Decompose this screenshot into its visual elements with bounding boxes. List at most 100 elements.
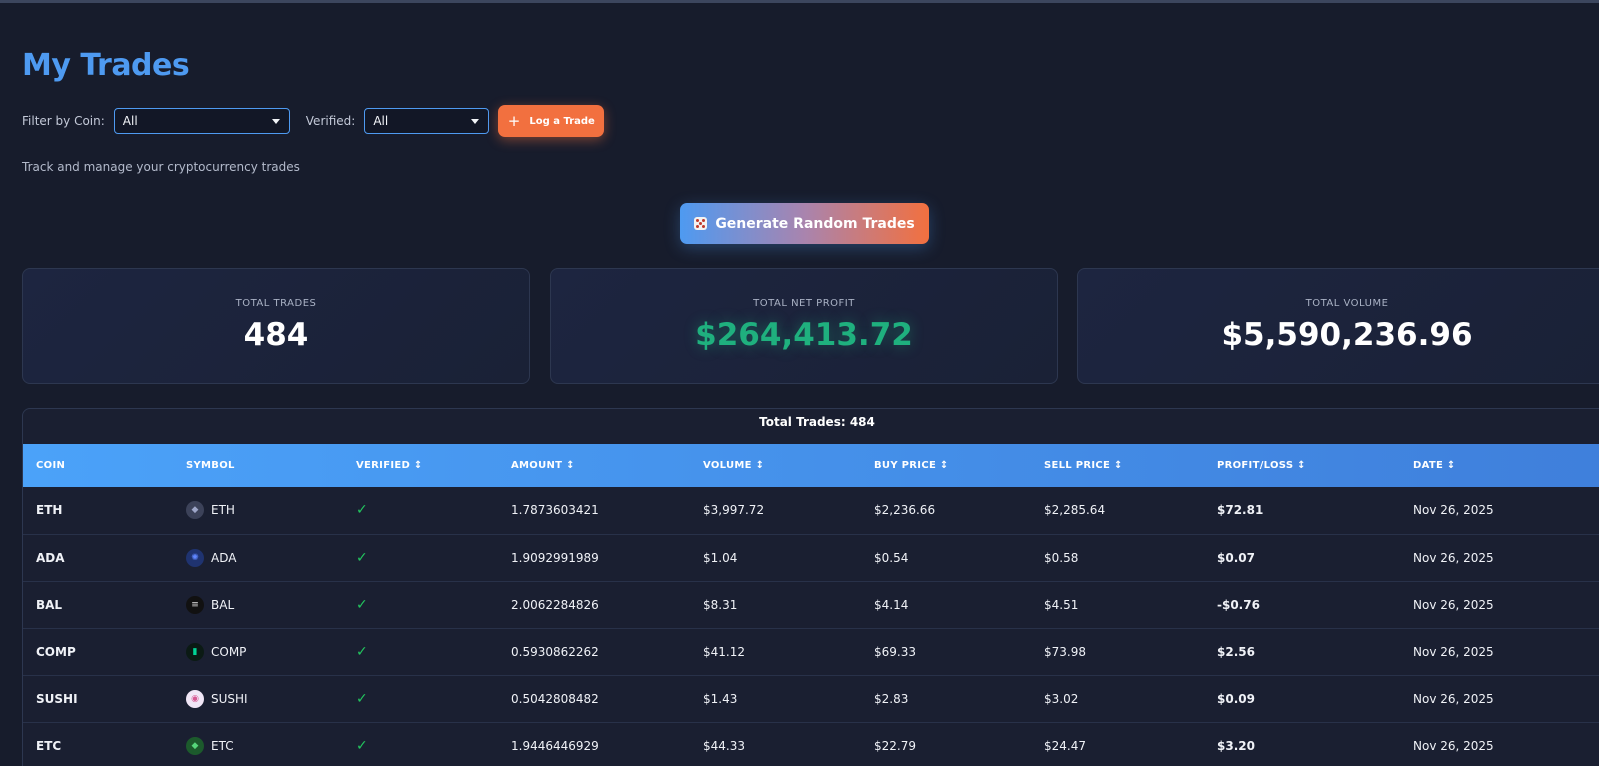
cell-coin: SUSHI — [23, 675, 173, 723]
column-header-date[interactable]: DATE ↕ — [1400, 444, 1599, 487]
column-header-buy-price[interactable]: BUY PRICE ↕ — [861, 444, 1031, 487]
cell-profit-loss: $0.07 — [1204, 534, 1400, 582]
balancer-icon: ≡ — [186, 595, 204, 614]
ethereum-icon: ◆ — [186, 501, 204, 520]
stat-card-total-net-profit: TOTAL NET PROFIT $264,413.72 — [550, 268, 1058, 384]
coin-filter-select[interactable]: All — [113, 108, 290, 134]
verified-filter-value: All — [373, 114, 389, 128]
cell-sell-price: $0.58 — [1031, 534, 1204, 582]
symbol-text: ETH — [211, 503, 235, 518]
cell-buy-price: $2,236.66 — [861, 487, 1031, 535]
column-header-volume[interactable]: VOLUME ↕ — [690, 444, 861, 487]
verified-filter-select[interactable]: All — [364, 108, 490, 134]
cell-coin: ETC — [23, 722, 173, 766]
cardano-icon: ✺ — [186, 548, 204, 567]
column-header-verified[interactable]: VERIFIED ↕ — [343, 444, 498, 487]
column-header-profit-loss[interactable]: PROFIT/LOSS ↕ — [1204, 444, 1400, 487]
cell-sell-price: $3.02 — [1031, 675, 1204, 723]
cell-volume: $1.43 — [690, 675, 861, 723]
top-border — [0, 0, 1599, 3]
cell-profit-loss: -$0.76 — [1204, 581, 1400, 629]
verified-check-icon: ✓ — [343, 722, 498, 766]
symbol-text: ETC — [211, 738, 234, 753]
stat-card-total-volume: TOTAL VOLUME $5,590,236.96 — [1077, 268, 1599, 384]
stat-value: $264,413.72 — [695, 317, 913, 353]
generate-random-trades-button[interactable]: Generate Random Trades — [680, 203, 929, 244]
cell-buy-price: $2.83 — [861, 675, 1031, 723]
cell-date: Nov 26, 2025 — [1400, 675, 1599, 723]
verified-check-icon: ✓ — [343, 628, 498, 676]
cell-volume: $3,997.72 — [690, 487, 861, 535]
cell-buy-price: $22.79 — [861, 722, 1031, 766]
cell-amount: 2.0062284826 — [498, 581, 690, 629]
cell-symbol: ◆ ETC — [173, 722, 343, 766]
generate-button-label: Generate Random Trades — [715, 215, 915, 232]
column-header-sell-price[interactable]: SELL PRICE ↕ — [1031, 444, 1204, 487]
cell-coin: ETH — [23, 487, 173, 535]
table-row[interactable]: ETH ◆ ETH ✓ 1.7873603421 $3,997.72 $2,236… — [23, 487, 1599, 535]
ethereum-classic-icon: ◆ — [186, 736, 204, 755]
table-row[interactable]: ETC ◆ ETC ✓ 1.9446446929 $44.33 $22.79 $2… — [23, 722, 1599, 766]
column-header-symbol: SYMBOL — [186, 460, 235, 471]
table-row[interactable]: ADA ✺ ADA ✓ 1.9092991989 $1.04 $0.54 $0.5… — [23, 534, 1599, 582]
cell-date: Nov 26, 2025 — [1400, 722, 1599, 766]
trades-table: COIN SYMBOL VERIFIED ↕ AMOUNT ↕ VOLUME ↕… — [23, 444, 1599, 766]
table-header-row: COIN SYMBOL VERIFIED ↕ AMOUNT ↕ VOLUME ↕… — [23, 444, 1599, 487]
chevron-down-icon — [271, 118, 280, 124]
chevron-down-icon — [471, 118, 480, 124]
cell-coin: ADA — [23, 534, 173, 582]
coin-filter-label: Filter by Coin: — [22, 114, 105, 128]
cell-symbol: ▮ COMP — [173, 628, 343, 676]
cell-date: Nov 26, 2025 — [1400, 534, 1599, 582]
cell-sell-price: $73.98 — [1031, 628, 1204, 676]
coin-filter-value: All — [122, 114, 138, 128]
verified-check-icon: ✓ — [343, 675, 498, 723]
cell-amount: 0.5042808482 — [498, 675, 690, 723]
cell-volume: $41.12 — [690, 628, 861, 676]
stat-card-total-trades: TOTAL TRADES 484 — [22, 268, 530, 384]
stat-label: TOTAL NET PROFIT — [753, 298, 855, 309]
cell-buy-price: $69.33 — [861, 628, 1031, 676]
cell-profit-loss: $72.81 — [1204, 487, 1400, 535]
stat-value: 484 — [243, 317, 309, 353]
verified-filter-label: Verified: — [305, 114, 356, 128]
plus-icon: + — [507, 111, 521, 130]
cell-date: Nov 26, 2025 — [1400, 487, 1599, 535]
trades-table-container: Total Trades: 484 COIN SYMBOL VERIFIED ↕… — [22, 408, 1599, 766]
table-row[interactable]: BAL ≡ BAL ✓ 2.0062284826 $8.31 $4.14 $4.5… — [23, 581, 1599, 629]
cell-sell-price: $2,285.64 — [1031, 487, 1204, 535]
cell-coin: BAL — [23, 581, 173, 629]
cell-profit-loss: $3.20 — [1204, 722, 1400, 766]
cell-buy-price: $4.14 — [861, 581, 1031, 629]
cell-symbol: ✺ ADA — [173, 534, 343, 582]
sushi-icon: ◉ — [186, 689, 204, 708]
cell-sell-price: $24.47 — [1031, 722, 1204, 766]
cell-sell-price: $4.51 — [1031, 581, 1204, 629]
symbol-text: SUSHI — [211, 691, 248, 706]
verified-check-icon: ✓ — [343, 534, 498, 582]
cell-symbol: ≡ BAL — [173, 581, 343, 629]
page-title: My Trades — [22, 48, 190, 83]
page-subtitle: Track and manage your cryptocurrency tra… — [22, 160, 300, 174]
symbol-text: COMP — [211, 644, 247, 659]
cell-amount: 1.9092991989 — [498, 534, 690, 582]
column-header-amount[interactable]: AMOUNT ↕ — [498, 444, 690, 487]
symbol-text: BAL — [211, 597, 235, 612]
table-caption: Total Trades: 484 — [759, 415, 875, 429]
cell-amount: 1.7873603421 — [498, 487, 690, 535]
symbol-text: ADA — [211, 550, 237, 565]
cell-symbol: ◉ SUSHI — [173, 675, 343, 723]
filter-bar: Filter by Coin: All Verified: All + Log … — [22, 105, 605, 137]
cell-profit-loss: $2.56 — [1204, 628, 1400, 676]
table-row[interactable]: COMP ▮ COMP ✓ 0.5930862262 $41.12 $69.33 … — [23, 628, 1599, 676]
cell-symbol: ◆ ETH — [173, 487, 343, 535]
column-header-coin: COIN — [36, 460, 66, 471]
cell-volume: $8.31 — [690, 581, 861, 629]
stat-label: TOTAL VOLUME — [1305, 298, 1389, 309]
log-trade-button[interactable]: + Log a Trade — [498, 105, 605, 137]
stat-value: $5,590,236.96 — [1221, 317, 1473, 353]
table-row[interactable]: SUSHI ◉ SUSHI ✓ 0.5042808482 $1.43 $2.83 … — [23, 675, 1599, 723]
cell-amount: 0.5930862262 — [498, 628, 690, 676]
cell-volume: $1.04 — [690, 534, 861, 582]
log-trade-label: Log a Trade — [529, 115, 595, 127]
